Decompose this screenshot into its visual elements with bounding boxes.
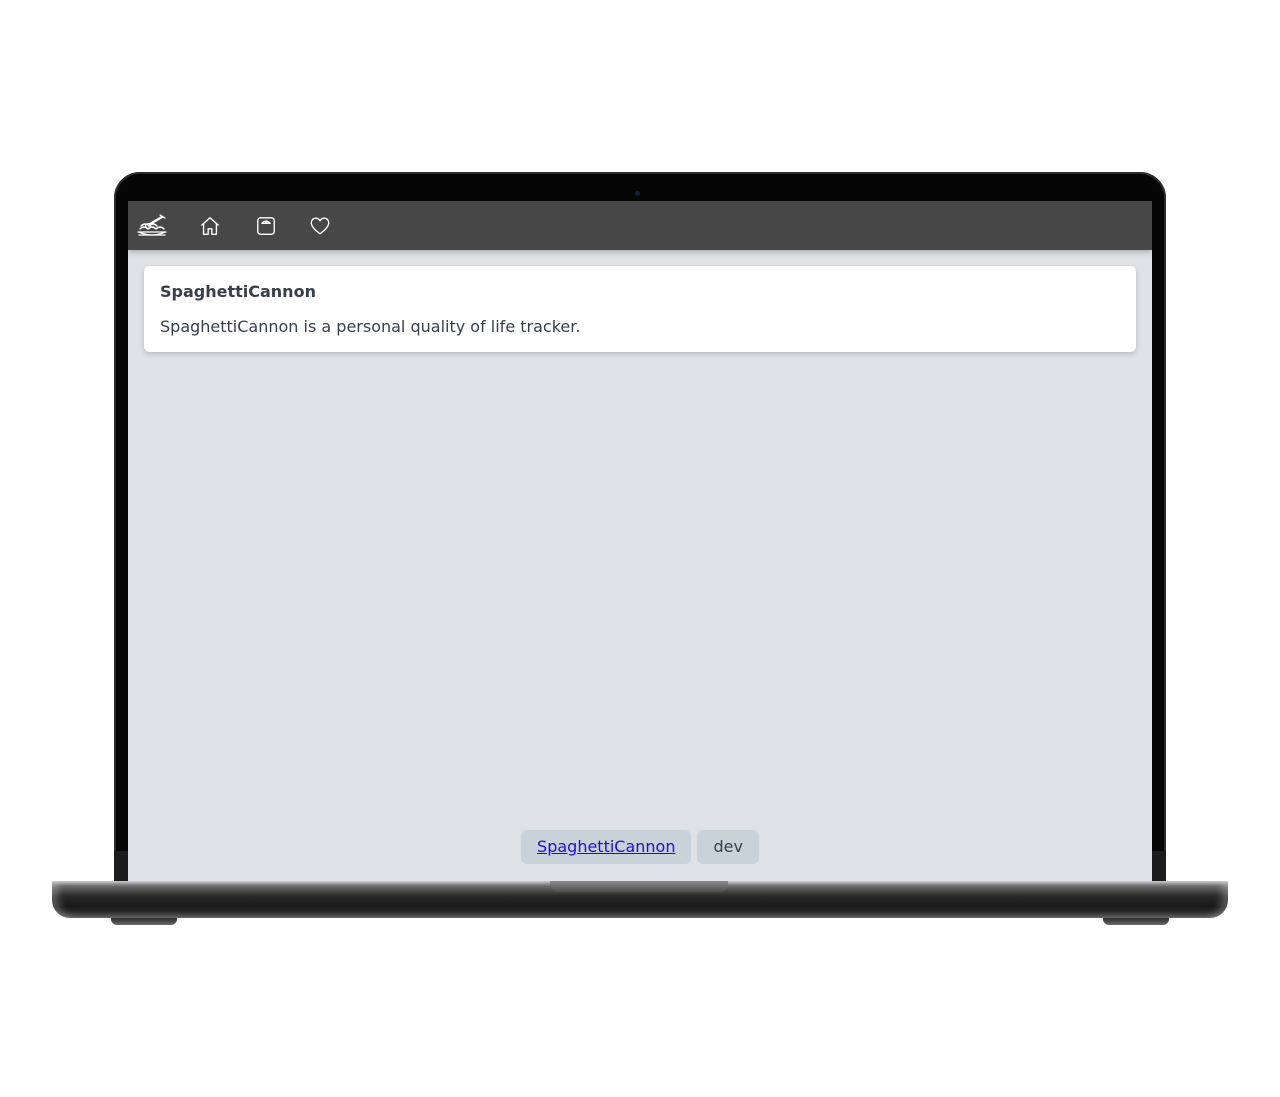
scale-icon[interactable] [250,210,282,242]
footer-app-pill: SpaghettiCannon [521,830,692,864]
app-screen: SpaghettiCannon SpaghettiCannon is a per… [128,201,1152,881]
laptop-foot-right [1103,918,1169,925]
env-badge: dev [697,830,759,864]
spaghetti-cannon-logo-icon[interactable] [136,210,168,242]
footer-app-link[interactable]: SpaghettiCannon [537,837,675,856]
home-icon[interactable] [194,210,226,242]
card-description: SpaghettiCannon is a personal quality of… [160,317,581,336]
card-title: SpaghettiCannon [160,282,316,301]
device-mockup: SpaghettiCannon SpaghettiCannon is a per… [0,0,1280,1097]
laptop-foot-left [111,918,177,925]
footer: SpaghettiCannon dev [128,830,1152,864]
top-navbar [128,201,1152,250]
heart-icon[interactable] [304,210,336,242]
camera-icon [635,191,640,196]
laptop-notch [550,881,728,892]
about-card: SpaghettiCannon SpaghettiCannon is a per… [144,266,1136,352]
